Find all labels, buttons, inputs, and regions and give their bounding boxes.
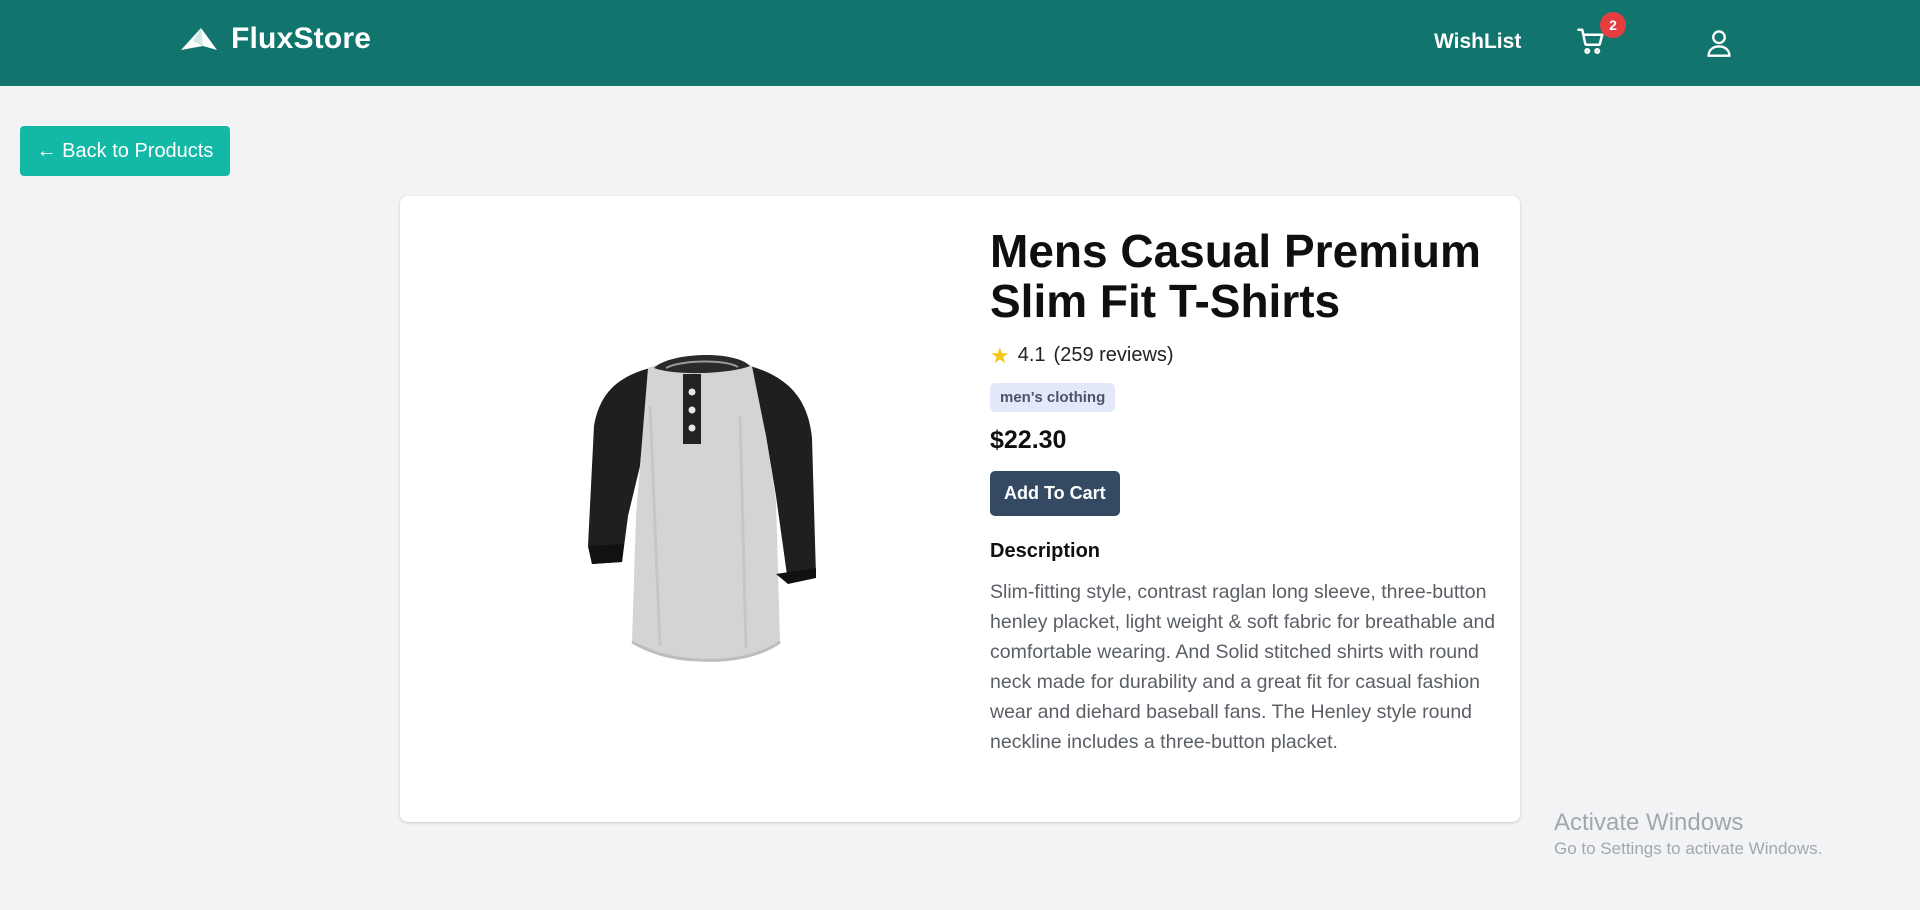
star-icon: ★ [990,342,1010,368]
brand-name: FluxStore [231,22,372,55]
watermark-subtitle: Go to Settings to activate Windows. [1554,839,1823,858]
review-count: (259 reviews) [1053,344,1174,366]
description-heading: Description [990,540,1101,562]
add-to-cart-button[interactable]: Add To Cart [990,471,1120,516]
category-badge: men's clothing [990,383,1116,412]
user-icon [1707,30,1731,57]
rating-row: ★ 4.1 (259 reviews) [990,344,1500,367]
windows-activation-watermark: Activate Windows Go to Settings to activ… [1554,808,1822,860]
product-description: Slim-fitting style, contrast raglan long… [990,581,1496,753]
henley-tshirt-image [570,346,830,676]
user-account-button[interactable] [1705,28,1733,58]
rating-value: 4.1 [1017,344,1046,366]
product-price: $22.30 [990,426,1067,454]
cart-count-badge: 2 [1600,12,1626,38]
back-to-products-button[interactable]: ← Back to Products [20,126,230,176]
brand-link[interactable]: FluxStore [179,22,371,56]
paper-plane-logo-icon [179,24,219,54]
product-card: Mens Casual Premium Slim Fit T-Shirts ★ … [400,196,1520,822]
watermark-title: Activate Windows [1554,809,1744,836]
product-details: Mens Casual Premium Slim Fit T-Shirts ★ … [990,226,1500,757]
wishlist-link[interactable]: WishList [1434,30,1521,54]
top-navbar: FluxStore WishList 2 [0,0,1920,86]
product-title: Mens Casual Premium Slim Fit T-Shirts [990,225,1481,327]
